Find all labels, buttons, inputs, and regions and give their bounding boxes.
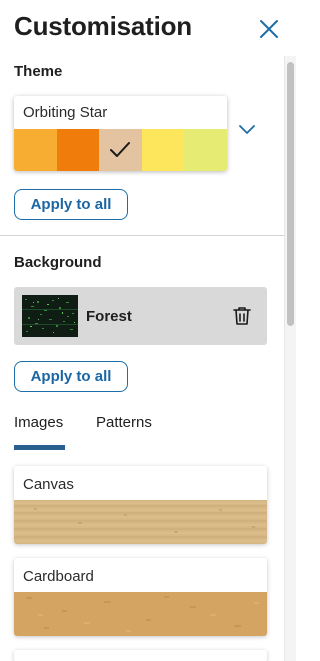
- scrollbar-thumb[interactable]: [287, 62, 294, 326]
- theme-selected-name: Orbiting Star: [23, 104, 108, 121]
- close-icon: [260, 20, 278, 38]
- forest-texture-image: [22, 295, 78, 337]
- background-apply-to-all-button[interactable]: Apply to all: [14, 361, 128, 392]
- tab-patterns[interactable]: Patterns: [96, 414, 152, 431]
- current-background-name: Forest: [86, 308, 132, 325]
- background-option-label: Cardboard: [23, 568, 94, 585]
- trash-icon: [233, 307, 251, 325]
- background-option-canvas[interactable]: Canvas: [14, 466, 267, 544]
- theme-swatch[interactable]: [141, 129, 185, 171]
- cardboard-texture-image: [14, 592, 267, 636]
- theme-section-label: Theme: [14, 63, 63, 80]
- delete-background-button[interactable]: [233, 306, 251, 326]
- theme-swatches: [14, 129, 227, 171]
- theme-swatch[interactable]: [56, 129, 100, 171]
- panel-title: Customisation: [14, 11, 192, 41]
- background-section-label: Background: [14, 254, 102, 271]
- tab-images[interactable]: Images: [14, 414, 63, 431]
- theme-expand-button[interactable]: [238, 124, 256, 136]
- chevron-down-icon: [239, 125, 255, 134]
- background-option-cardboard[interactable]: Cardboard: [14, 558, 267, 636]
- forest-thumbnail: [22, 295, 78, 337]
- theme-dropdown[interactable]: Orbiting Star: [14, 96, 227, 171]
- close-button[interactable]: [258, 18, 280, 40]
- theme-swatch-selected[interactable]: [99, 129, 142, 171]
- active-tab-indicator: [14, 445, 65, 450]
- theme-apply-to-all-button[interactable]: Apply to all: [14, 189, 128, 220]
- background-option-next[interactable]: [14, 650, 267, 661]
- background-option-label: Canvas: [23, 476, 74, 493]
- customisation-panel: Customisation Theme Orbiting Star Apply …: [0, 0, 296, 661]
- canvas-texture-image: [14, 500, 267, 544]
- section-divider: [0, 235, 284, 236]
- theme-swatch[interactable]: [14, 129, 57, 171]
- check-icon: [110, 142, 131, 157]
- current-background-card: Forest: [14, 287, 267, 345]
- theme-swatch[interactable]: [184, 129, 227, 171]
